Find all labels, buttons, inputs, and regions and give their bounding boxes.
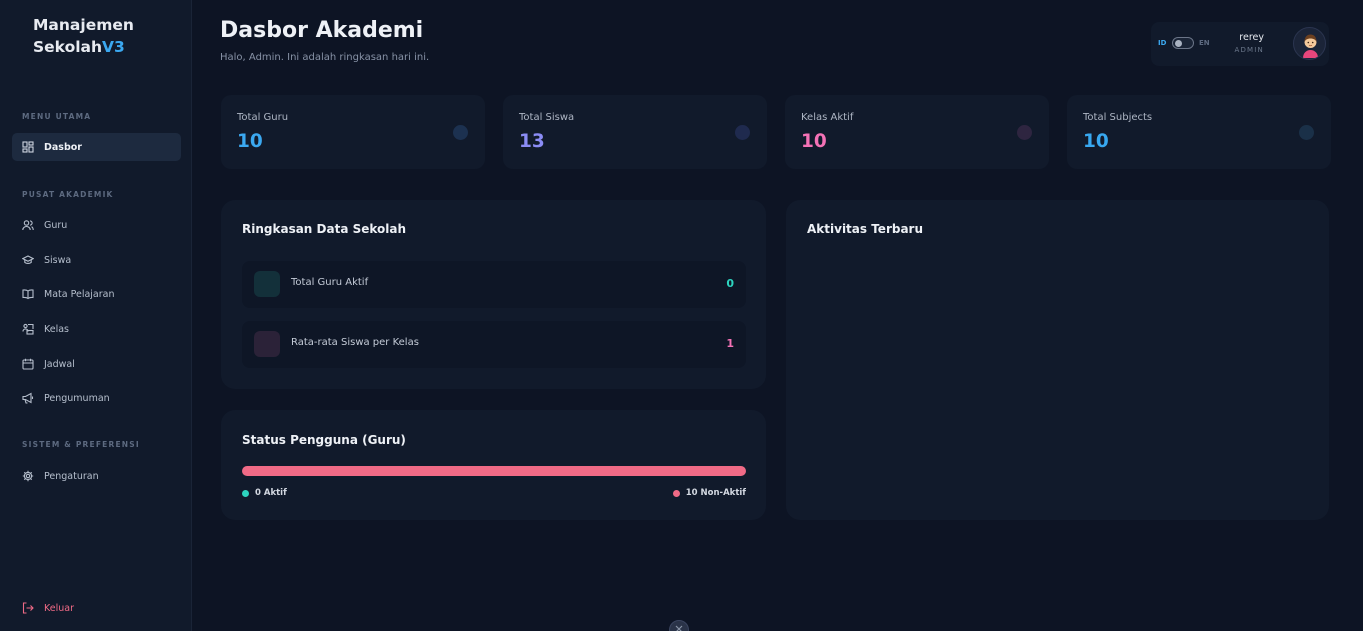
users-icon xyxy=(22,220,34,231)
list-item: Total Guru Aktif 0 xyxy=(242,261,746,308)
section-label-main: MENU UTAMA xyxy=(22,112,92,121)
sidebar-item-jadwal[interactable]: Jadwal xyxy=(12,350,181,378)
legend-active: 0 Aktif xyxy=(242,488,287,498)
summary-card: Ringkasan Data Sekolah Total Guru Aktif … xyxy=(221,200,766,389)
activity-card: Aktivitas Terbaru xyxy=(786,200,1329,520)
user-status-title: Status Pengguna (Guru) xyxy=(242,433,406,447)
stat-card-total-siswa: Total Siswa 13 xyxy=(503,95,767,169)
stat-value: 10 xyxy=(1083,131,1109,152)
language-toggle[interactable] xyxy=(1172,37,1194,49)
legend-dot-active xyxy=(242,489,249,497)
brand-logo[interactable]: Manajemen SekolahV3 xyxy=(33,14,134,58)
sidebar-item-kelas[interactable]: Kelas xyxy=(12,315,181,343)
activity-title: Aktivitas Terbaru xyxy=(807,222,924,236)
stat-label: Kelas Aktif xyxy=(801,112,854,123)
graduation-cap-icon xyxy=(22,255,34,264)
stat-label: Total Guru xyxy=(237,112,289,123)
sidebar-item-mata-pelajaran[interactable]: Mata Pelajaran xyxy=(12,280,181,308)
toggle-knob xyxy=(1175,39,1182,47)
stat-icon xyxy=(453,125,468,140)
sidebar-item-dasbor[interactable]: Dasbor xyxy=(12,133,181,161)
user-status-card: Status Pengguna (Guru) 0 Aktif 10 Non-Ak… xyxy=(221,410,766,520)
summary-title: Ringkasan Data Sekolah xyxy=(242,222,407,236)
logout-icon xyxy=(22,602,34,614)
row-value: 1 xyxy=(726,337,734,350)
stat-value: 10 xyxy=(801,131,827,152)
list-item: Rata-rata Siswa per Kelas 1 xyxy=(242,321,746,368)
student-icon xyxy=(254,331,280,357)
section-label-academic: PUSAT AKADEMIK xyxy=(22,190,114,199)
logout-button[interactable]: Keluar xyxy=(12,594,181,622)
stat-icon xyxy=(1017,125,1032,140)
page-title: Dasbor Akademi xyxy=(220,18,424,43)
scroll-handle[interactable] xyxy=(669,620,689,631)
sidebar: Manajemen SekolahV3 MENU UTAMA Dasbor PU… xyxy=(0,0,192,631)
teacher-icon xyxy=(254,271,280,297)
page-subtitle: Halo, Admin. Ini adalah ringkasan hari i… xyxy=(220,52,430,63)
stat-value: 13 xyxy=(519,131,545,152)
classroom-icon xyxy=(22,323,34,335)
avatar[interactable] xyxy=(1293,27,1326,60)
row-label: Total Guru Aktif xyxy=(291,277,369,288)
calendar-icon xyxy=(22,358,34,370)
lang-en-label[interactable]: EN xyxy=(1199,39,1210,47)
row-label: Rata-rata Siswa per Kelas xyxy=(291,337,419,348)
stat-label: Total Siswa xyxy=(519,112,575,123)
avatar-icon xyxy=(1303,34,1318,58)
sidebar-item-siswa[interactable]: Siswa xyxy=(12,246,181,274)
user-panel: ID EN rerey ADMIN xyxy=(1151,22,1329,66)
book-icon xyxy=(22,289,34,300)
stat-icon xyxy=(735,125,750,140)
section-label-system: SISTEM & PREFERENSI xyxy=(22,440,140,449)
gear-icon xyxy=(22,470,34,482)
legend-inactive: 10 Non-Aktif xyxy=(672,488,746,498)
stat-label: Total Subjects xyxy=(1083,112,1153,123)
sidebar-item-pengaturan[interactable]: Pengaturan xyxy=(12,462,181,490)
stat-card-kelas-aktif: Kelas Aktif 10 xyxy=(785,95,1049,169)
sidebar-item-guru[interactable]: Guru xyxy=(12,211,181,239)
megaphone-icon xyxy=(22,392,34,404)
legend-dot-inactive xyxy=(672,489,680,497)
chevron-icon xyxy=(675,625,683,631)
row-value: 0 xyxy=(726,277,734,290)
dashboard-icon xyxy=(22,141,34,153)
status-progress-bar xyxy=(242,466,746,476)
user-name: rerey xyxy=(1239,32,1264,43)
user-role: ADMIN xyxy=(1234,46,1264,54)
sidebar-item-pengumuman[interactable]: Pengumuman xyxy=(12,384,181,412)
stat-card-total-guru: Total Guru 10 xyxy=(221,95,485,169)
lang-id-label[interactable]: ID xyxy=(1158,39,1166,47)
stat-value: 10 xyxy=(237,131,263,152)
stat-icon xyxy=(1299,125,1314,140)
stat-card-total-subjects: Total Subjects 10 xyxy=(1067,95,1331,169)
